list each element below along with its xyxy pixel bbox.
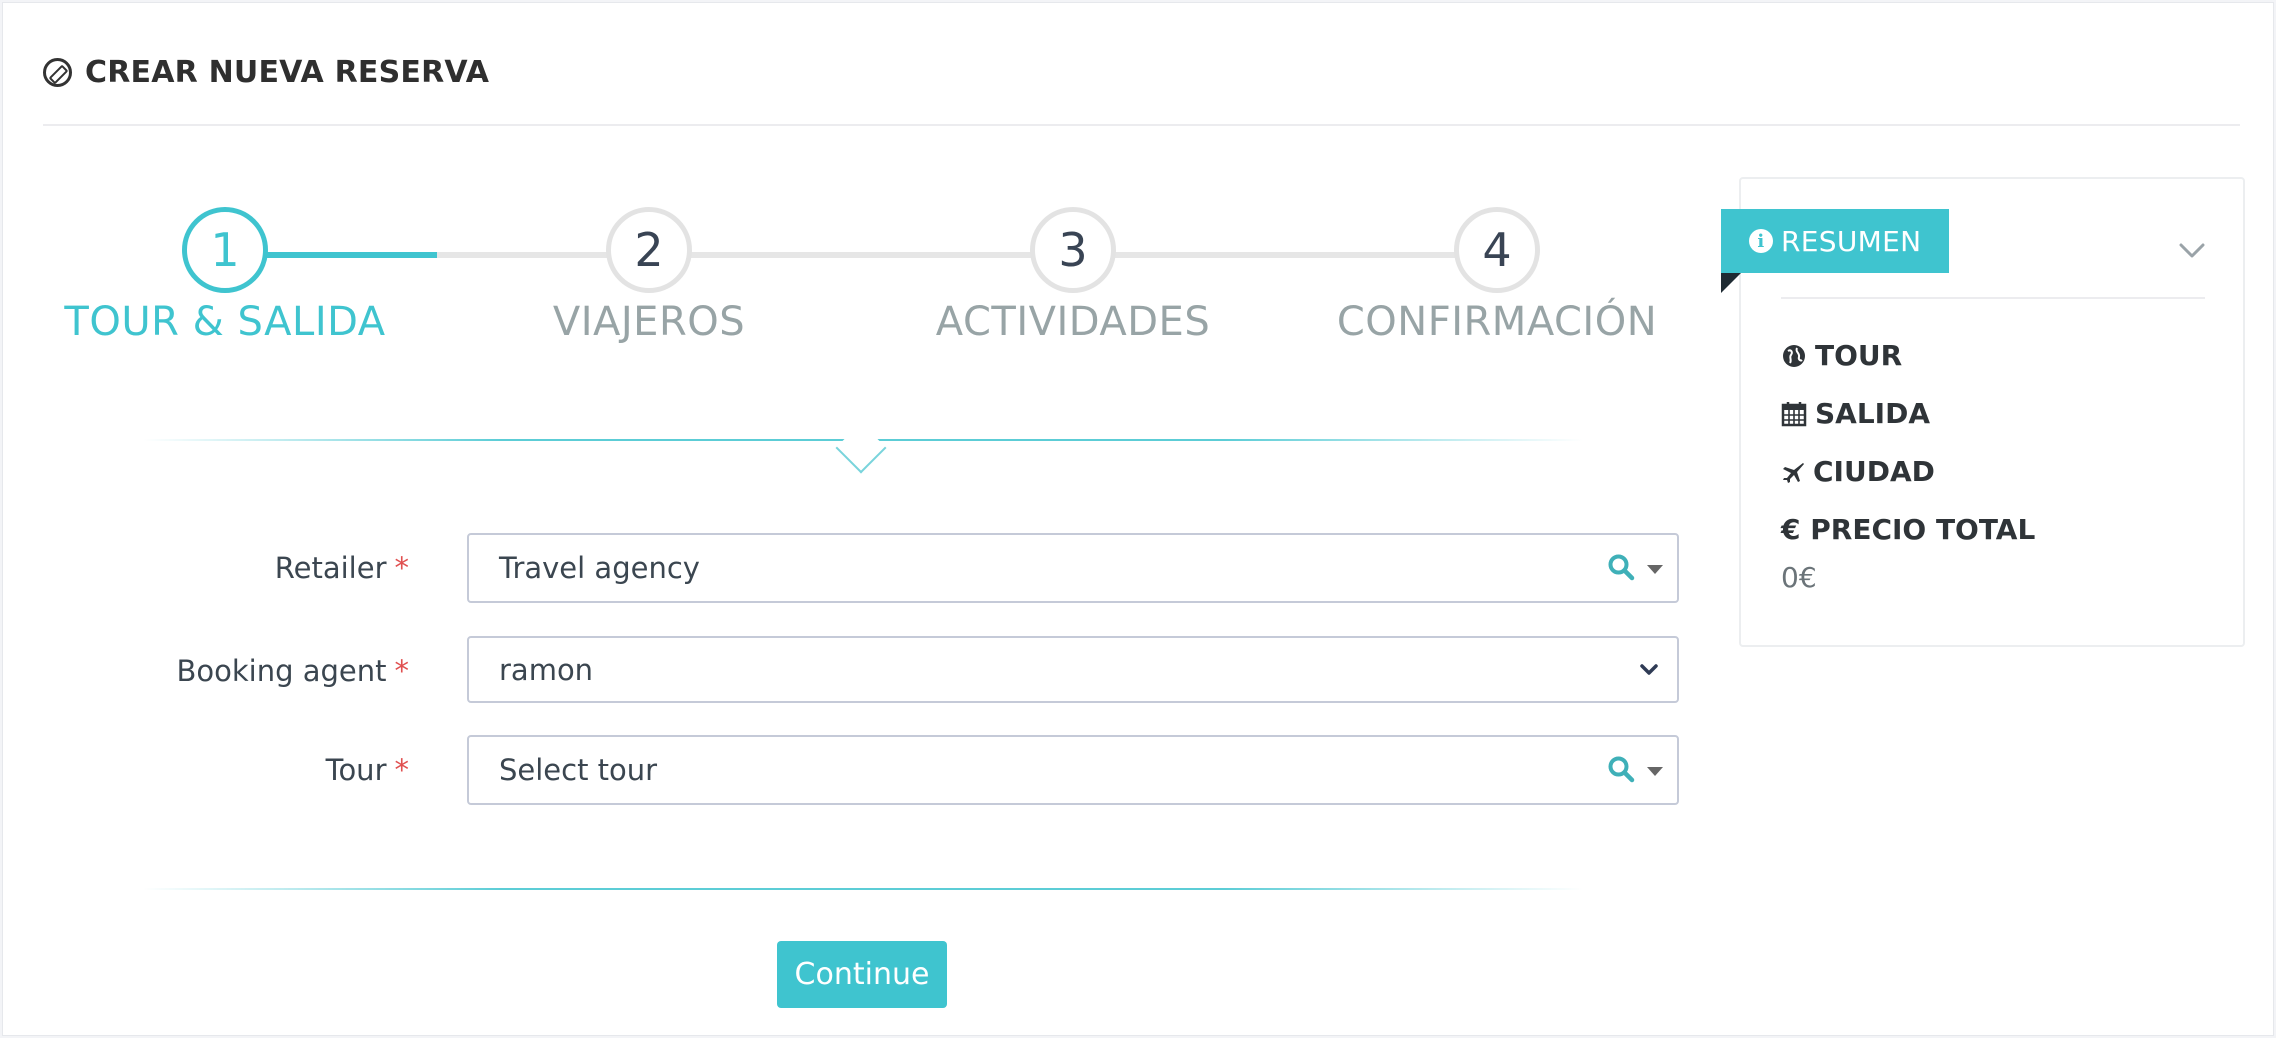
summary-card: i RESUMEN TOUR SALIDA CIUDAD € PRECIO TO… — [1721, 177, 2245, 647]
caret-down-icon[interactable] — [1647, 767, 1663, 776]
summary-title: RESUMEN — [1781, 224, 1922, 258]
calendar-icon — [1781, 401, 1807, 426]
summary-item-tour: TOUR — [1781, 339, 1902, 372]
required-mark: * — [394, 654, 410, 688]
tour-placeholder: Select tour — [499, 753, 658, 787]
search-icon — [1608, 554, 1635, 581]
summary-divider — [1781, 297, 2205, 299]
step-2-label[interactable]: VIAJEROS — [439, 299, 859, 345]
globe-icon — [1783, 344, 1805, 367]
caret-down-icon[interactable] — [1647, 565, 1663, 574]
summary-item-departure: SALIDA — [1781, 397, 1930, 430]
retailer-value: Travel agency — [499, 551, 700, 585]
chevron-down-icon — [1640, 664, 1658, 675]
booking-agent-select[interactable]: ramon — [467, 636, 1679, 703]
summary-total-value: 0€ — [1781, 561, 1817, 594]
step-1-circle[interactable]: 1 — [182, 207, 268, 293]
required-mark: * — [394, 753, 410, 787]
step-4-label[interactable]: CONFIRMACIÓN — [1287, 299, 1707, 345]
required-mark: * — [394, 551, 410, 585]
step-3-label[interactable]: ACTIVIDADES — [863, 299, 1283, 345]
continue-button[interactable]: Continue — [777, 941, 947, 1008]
progress-track — [437, 252, 1487, 258]
summary-item-city: CIUDAD — [1781, 455, 1935, 488]
step-1-label[interactable]: TOUR & SALIDA — [15, 299, 435, 345]
tour-select[interactable]: Select tour — [467, 735, 1679, 805]
retailer-select[interactable]: Travel agency — [467, 533, 1679, 603]
ribbon-fold — [1721, 273, 1741, 293]
summary-ribbon: i RESUMEN — [1721, 209, 1950, 273]
step-4-circle[interactable]: 4 — [1454, 207, 1540, 293]
chevron-down-icon[interactable] — [2177, 235, 2207, 265]
search-icon — [1608, 756, 1635, 783]
booking-stepper: 1 2 3 4 TOUR & SALIDA VIAJEROS ACTIVIDAD… — [3, 3, 1703, 483]
retailer-label: Retailer * — [274, 551, 410, 585]
step-3-circle[interactable]: 3 — [1030, 207, 1116, 293]
booking-panel: CREAR NUEVA RESERVA 1 2 3 4 TOUR & SALID… — [2, 2, 2274, 1036]
tour-label: Tour * — [325, 753, 410, 787]
summary-item-total-price: € PRECIO TOTAL — [1781, 513, 2036, 546]
plane-icon — [1783, 462, 1804, 483]
form-divider — [143, 888, 1583, 890]
step-2-circle[interactable]: 2 — [606, 207, 692, 293]
booking-agent-value: ramon — [499, 652, 594, 687]
booking-agent-label: Booking agent * — [176, 654, 409, 688]
info-icon: i — [1749, 229, 1773, 253]
